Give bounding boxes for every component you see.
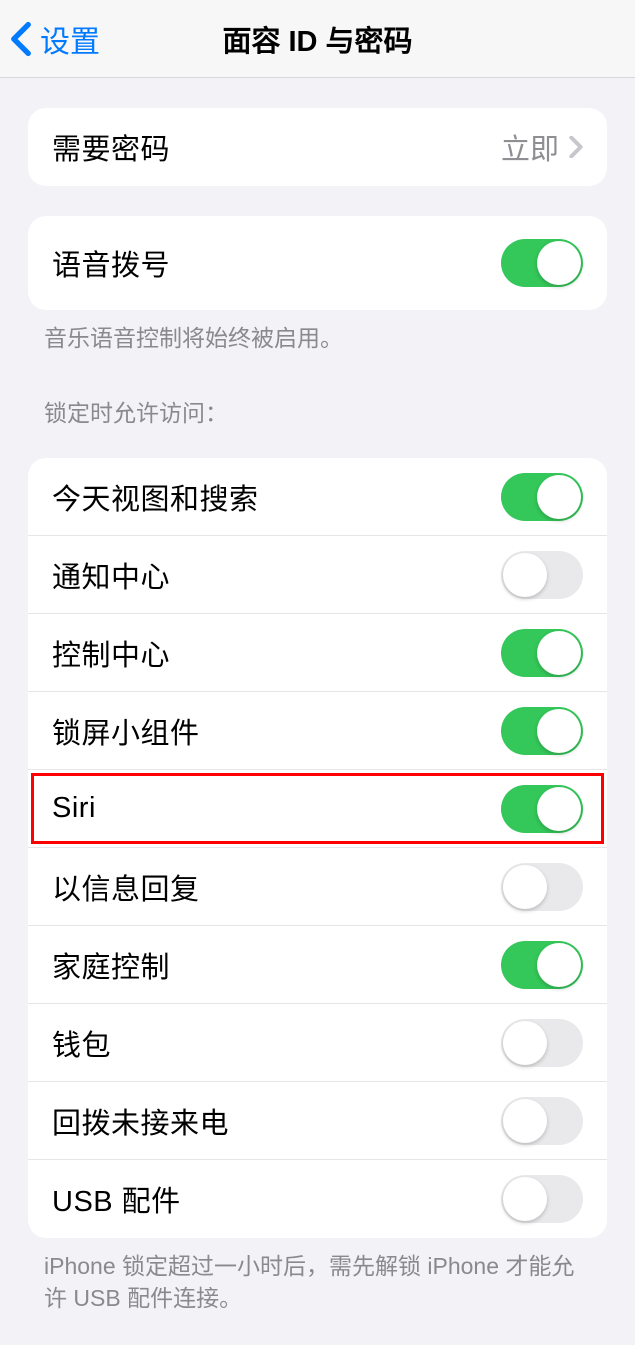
passcode-group: 需要密码 立即 — [28, 108, 607, 186]
lock-item-toggle[interactable] — [501, 707, 583, 755]
lock-item-row: USB 配件 — [28, 1160, 607, 1238]
toggle-knob — [537, 241, 581, 285]
lock-item-row: 锁屏小组件 — [28, 692, 607, 770]
lock-item-toggle[interactable] — [501, 863, 583, 911]
lock-item-label: 通知中心 — [52, 554, 170, 596]
voice-dial-footer: 音乐语音控制将始终被启用。 — [44, 322, 591, 354]
lock-item-label: 钱包 — [52, 1022, 111, 1064]
lock-item-toggle[interactable] — [501, 629, 583, 677]
lock-item-label: 控制中心 — [52, 632, 170, 674]
lock-access-group: 今天视图和搜索通知中心控制中心锁屏小组件 Siri 以信息回复家庭控制钱包回拨未接来… — [28, 458, 607, 1238]
require-passcode-label: 需要密码 — [52, 126, 170, 168]
chevron-left-icon — [10, 21, 32, 57]
lock-item-label: 以信息回复 — [52, 866, 200, 908]
page-title: 面容 ID 与密码 — [222, 18, 412, 60]
toggle-knob — [537, 787, 581, 831]
row-value-container: 立即 — [501, 126, 583, 168]
lock-item-toggle[interactable] — [501, 551, 583, 599]
toggle-knob — [537, 709, 581, 753]
lock-item-row: 控制中心 — [28, 614, 607, 692]
lock-item-toggle[interactable] — [501, 785, 583, 833]
lock-item-toggle[interactable] — [501, 1175, 583, 1223]
lock-item-row: Siri — [28, 770, 607, 848]
toggle-knob — [503, 1177, 547, 1221]
toggle-knob — [537, 475, 581, 519]
voice-dial-toggle[interactable] — [501, 239, 583, 287]
require-passcode-value: 立即 — [501, 126, 559, 168]
lock-item-row: 以信息回复 — [28, 848, 607, 926]
voice-dial-group: 语音拨号 — [28, 216, 607, 310]
back-button[interactable]: 设置 — [0, 17, 100, 61]
toggle-knob — [537, 631, 581, 675]
lock-item-label: 回拨未接来电 — [52, 1100, 229, 1142]
lock-item-row: 通知中心 — [28, 536, 607, 614]
lock-item-toggle[interactable] — [501, 1019, 583, 1067]
lock-item-label: 家庭控制 — [52, 944, 170, 986]
toggle-knob — [503, 553, 547, 597]
content-area: 需要密码 立即 语音拨号 音乐语音控制将始终被启用。 锁定时允许访问： 今天视图… — [0, 108, 635, 1345]
back-label: 设置 — [40, 17, 100, 61]
lock-item-toggle[interactable] — [501, 1097, 583, 1145]
lock-section-footer: iPhone 锁定超过一小时后，需先解锁 iPhone 才能允许 USB 配件连… — [44, 1250, 591, 1314]
toggle-knob — [503, 1099, 547, 1143]
lock-item-row: 家庭控制 — [28, 926, 607, 1004]
lock-item-label: Siri — [52, 792, 96, 825]
toggle-knob — [537, 943, 581, 987]
lock-item-label: USB 配件 — [52, 1178, 181, 1220]
lock-item-row: 回拨未接来电 — [28, 1082, 607, 1160]
toggle-knob — [503, 1021, 547, 1065]
voice-dial-row: 语音拨号 — [28, 216, 607, 310]
voice-dial-label: 语音拨号 — [52, 242, 170, 284]
toggle-knob — [503, 865, 547, 909]
require-passcode-row[interactable]: 需要密码 立即 — [28, 108, 607, 186]
lock-item-label: 今天视图和搜索 — [52, 476, 259, 518]
lock-section-header: 锁定时允许访问： — [44, 394, 591, 428]
lock-item-toggle[interactable] — [501, 941, 583, 989]
lock-item-toggle[interactable] — [501, 473, 583, 521]
lock-item-label: 锁屏小组件 — [52, 710, 200, 752]
lock-item-row: 钱包 — [28, 1004, 607, 1082]
lock-item-row: 今天视图和搜索 — [28, 458, 607, 536]
chevron-right-icon — [569, 136, 583, 158]
navigation-header: 设置 面容 ID 与密码 — [0, 0, 635, 78]
